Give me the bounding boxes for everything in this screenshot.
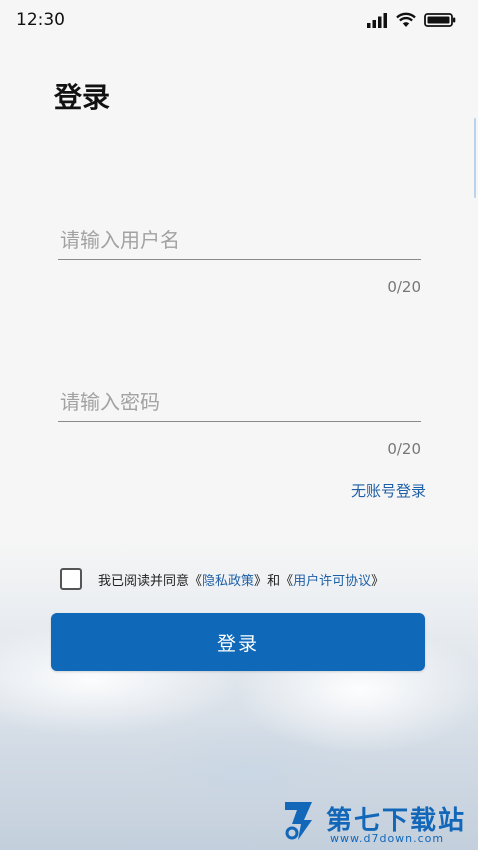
username-char-counter: 0/20 — [387, 278, 421, 296]
status-time: 12:30 — [16, 10, 65, 30]
agreement-prefix: 我已阅读并同意 — [98, 573, 190, 589]
password-field-wrapper — [58, 382, 421, 422]
agreement-row: 我已阅读并同意 《 隐私政策 》 和 《 用户许可协议 》 — [60, 568, 384, 590]
no-account-login-link[interactable]: 无账号登录 — [351, 480, 426, 501]
username-input[interactable] — [58, 220, 421, 259]
privacy-open-bracket: 《 — [189, 573, 203, 589]
watermark-url: www.d7down.com — [330, 832, 445, 845]
login-button[interactable]: 登录 — [51, 613, 425, 671]
password-char-counter: 0/20 — [387, 440, 421, 458]
wifi-icon — [396, 12, 416, 27]
watermark-logo-icon — [285, 802, 312, 840]
status-bar: 12:30 — [0, 0, 478, 40]
agreement-checkbox[interactable] — [60, 568, 82, 590]
password-input[interactable] — [58, 382, 421, 421]
status-icons — [366, 12, 456, 28]
signal-icon — [367, 13, 387, 28]
privacy-close-bracket: 》 — [254, 573, 268, 589]
username-field-wrapper — [58, 220, 421, 260]
license-close-bracket: 》 — [371, 573, 385, 589]
license-open-bracket: 《 — [280, 573, 294, 589]
battery-icon — [424, 13, 456, 27]
user-license-link[interactable]: 用户许可协议 — [293, 570, 371, 589]
agreement-connector: 和 — [267, 573, 281, 589]
watermark-brand: 第七下载站 — [326, 806, 467, 836]
privacy-policy-link[interactable]: 隐私政策 — [202, 570, 254, 589]
scroll-indicator — [474, 118, 476, 198]
page-title: 登录 — [54, 81, 111, 114]
